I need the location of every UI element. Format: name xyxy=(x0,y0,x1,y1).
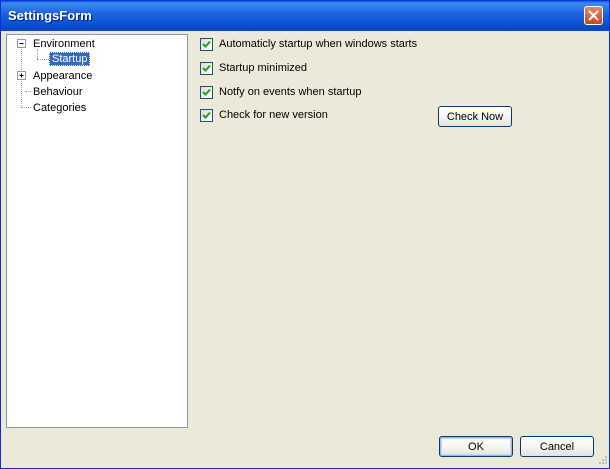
checkmark-icon xyxy=(202,64,211,72)
tree-connector xyxy=(25,91,31,92)
tree-item-label: Startup xyxy=(49,52,91,66)
check-version-checkbox[interactable] xyxy=(200,109,213,122)
settings-tree[interactable]: Environment Startup Appearance Behaviour… xyxy=(6,34,188,428)
checkmark-icon xyxy=(202,88,211,96)
expand-appearance-toggle[interactable] xyxy=(17,71,26,80)
collapse-environment-toggle[interactable] xyxy=(17,39,26,48)
startup-minimized-checkbox[interactable] xyxy=(200,62,213,75)
window-title: SettingsForm xyxy=(8,8,92,23)
check-version-label: Check for new version xyxy=(219,109,328,121)
auto-startup-label: Automaticly startup when windows starts xyxy=(219,38,418,50)
check-now-button[interactable]: Check Now xyxy=(438,106,512,127)
tree-item-startup[interactable]: Startup xyxy=(49,52,91,66)
title-bar[interactable]: SettingsForm xyxy=(1,1,609,31)
tree-connector xyxy=(21,107,31,108)
minus-icon xyxy=(19,43,24,44)
settings-window: SettingsForm Environment Startup Appeara… xyxy=(0,0,610,469)
close-icon xyxy=(588,10,599,21)
tree-item-appearance[interactable]: Appearance xyxy=(33,69,92,83)
checkmark-icon xyxy=(202,40,211,48)
tree-item-environment[interactable]: Environment xyxy=(33,37,95,51)
tree-item-behaviour[interactable]: Behaviour xyxy=(33,85,83,99)
ok-button[interactable]: OK xyxy=(439,436,513,457)
close-button[interactable] xyxy=(584,6,603,25)
cancel-button[interactable]: Cancel xyxy=(520,436,594,457)
checkmark-icon xyxy=(202,111,211,119)
auto-startup-checkbox[interactable] xyxy=(200,38,213,51)
resize-grip-icon[interactable] xyxy=(596,455,608,467)
notify-events-label: Notfy on events when startup xyxy=(219,86,362,98)
notify-events-checkbox[interactable] xyxy=(200,86,213,99)
tree-item-categories[interactable]: Categories xyxy=(33,101,86,115)
plus-icon xyxy=(19,73,24,78)
startup-minimized-label: Startup minimized xyxy=(219,62,308,74)
tree-connector xyxy=(37,59,49,60)
